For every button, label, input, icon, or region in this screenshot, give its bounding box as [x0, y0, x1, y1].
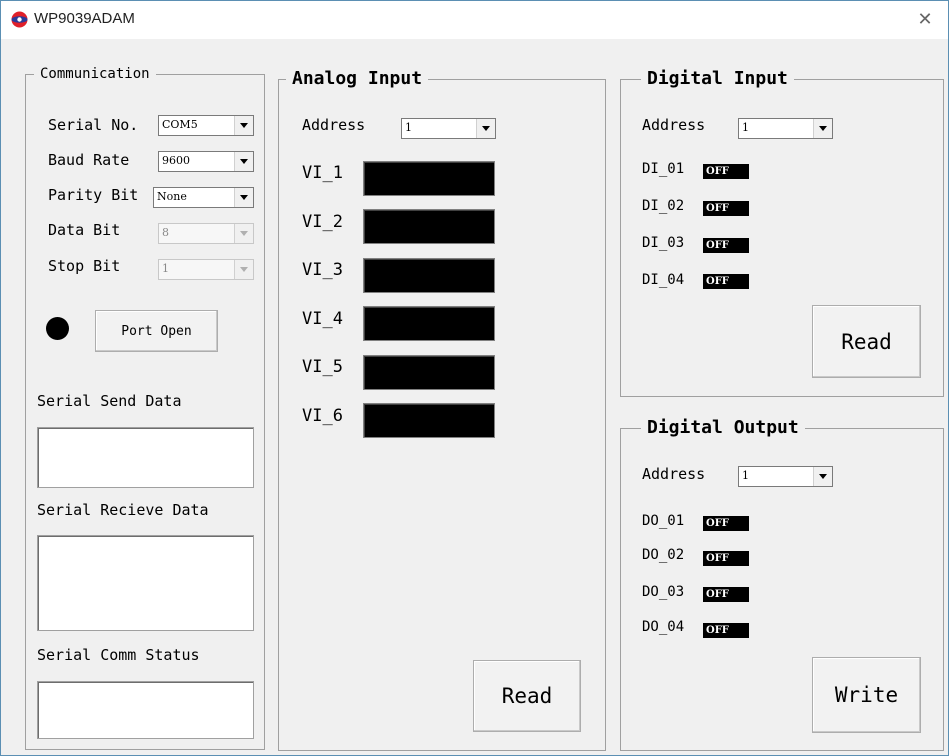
parity-bit-select[interactable]: None [153, 187, 254, 208]
di-03-label: DI_03 [642, 235, 685, 251]
vi-3-display [363, 258, 495, 293]
chevron-down-icon[interactable] [813, 467, 832, 486]
digital-output-address-label: Address [642, 465, 706, 483]
analog-address-value: 1 [405, 121, 412, 134]
parity-bit-value: None [157, 190, 187, 203]
digital-output-legend: Digital Output [641, 417, 805, 438]
serial-receive-data-field[interactable] [37, 535, 254, 631]
digital-input-address-label: Address [642, 116, 706, 134]
do-03-label: DO_03 [642, 584, 685, 600]
digital-write-label: Write [834, 683, 899, 707]
chevron-down-icon [234, 260, 253, 279]
baud-rate-label: Baud Rate [48, 151, 130, 169]
vi-1-label: VI_1 [302, 163, 343, 183]
close-icon[interactable]: ✕ [910, 7, 940, 33]
di-01-state: OFF [703, 164, 749, 179]
chevron-down-icon[interactable] [234, 188, 253, 207]
window-title: WP9039ADAM [34, 10, 135, 27]
vi-3-label: VI_3 [302, 260, 343, 280]
do-01-state[interactable]: OFF [703, 516, 749, 531]
analog-address-label: Address [302, 116, 366, 134]
serial-no-value: COM5 [162, 118, 198, 131]
analog-input-legend: Analog Input [286, 68, 429, 89]
serial-send-data-label: Serial Send Data [37, 392, 182, 410]
digital-input-address-select[interactable]: 1 [738, 118, 833, 139]
analog-address-select[interactable]: 1 [401, 118, 496, 139]
title-bar[interactable]: WP9039ADAM ✕ [1, 1, 948, 39]
vi-5-label: VI_5 [302, 357, 343, 377]
port-open-label: Port Open [121, 323, 192, 339]
vi-2-display [363, 209, 495, 244]
baud-rate-value: 9600 [162, 154, 190, 167]
di-02-state: OFF [703, 201, 749, 216]
chevron-down-icon [234, 224, 253, 243]
digital-read-label: Read [841, 329, 892, 354]
do-01-label: DO_01 [642, 513, 685, 529]
serial-comm-status-field[interactable] [37, 681, 254, 739]
serial-receive-data-label: Serial Recieve Data [37, 501, 209, 519]
di-04-state: OFF [703, 274, 749, 289]
serial-no-select[interactable]: COM5 [158, 115, 254, 136]
data-bit-label: Data Bit [48, 221, 121, 239]
digital-input-address-value: 1 [742, 121, 749, 134]
do-03-state[interactable]: OFF [703, 587, 749, 602]
chevron-down-icon[interactable] [234, 152, 253, 171]
chevron-down-icon[interactable] [476, 119, 495, 138]
serial-send-data-field[interactable] [37, 427, 254, 488]
vi-2-label: VI_2 [302, 212, 343, 232]
di-03-state: OFF [703, 238, 749, 253]
di-04-label: DI_04 [642, 272, 685, 288]
data-bit-value: 8 [162, 226, 169, 239]
do-04-label: DO_04 [642, 619, 685, 635]
port-status-indicator [46, 317, 69, 340]
do-02-label: DO_02 [642, 547, 685, 563]
app-logo-icon [11, 11, 28, 28]
di-02-label: DI_02 [642, 198, 685, 214]
data-bit-select: 8 [158, 223, 254, 244]
vi-5-display [363, 355, 495, 390]
baud-rate-select[interactable]: 9600 [158, 151, 254, 172]
serial-comm-status-label: Serial Comm Status [37, 646, 200, 664]
stop-bit-value: 1 [162, 262, 169, 275]
vi-1-display [363, 161, 495, 196]
digital-write-button[interactable]: Write [812, 657, 921, 733]
digital-read-button[interactable]: Read [812, 305, 921, 378]
digital-output-address-select[interactable]: 1 [738, 466, 833, 487]
digital-output-address-value: 1 [742, 469, 749, 482]
chevron-down-icon[interactable] [813, 119, 832, 138]
serial-no-label: Serial No. [48, 116, 139, 134]
analog-read-label: Read [501, 684, 553, 708]
do-02-state[interactable]: OFF [703, 551, 749, 566]
stop-bit-label: Stop Bit [48, 257, 121, 275]
vi-4-display [363, 306, 495, 341]
vi-6-display [363, 403, 495, 438]
communication-legend: Communication [34, 66, 156, 82]
stop-bit-select: 1 [158, 259, 254, 280]
port-open-button[interactable]: Port Open [95, 310, 218, 352]
di-01-label: DI_01 [642, 161, 685, 177]
parity-bit-label: Parity Bit [48, 186, 139, 204]
vi-4-label: VI_4 [302, 309, 343, 329]
do-04-state[interactable]: OFF [703, 623, 749, 638]
vi-6-label: VI_6 [302, 406, 343, 426]
analog-read-button[interactable]: Read [473, 660, 581, 732]
app-window: WP9039ADAM ✕ Communication Serial No. CO… [0, 0, 949, 756]
digital-input-legend: Digital Input [641, 68, 794, 89]
chevron-down-icon[interactable] [234, 116, 253, 135]
